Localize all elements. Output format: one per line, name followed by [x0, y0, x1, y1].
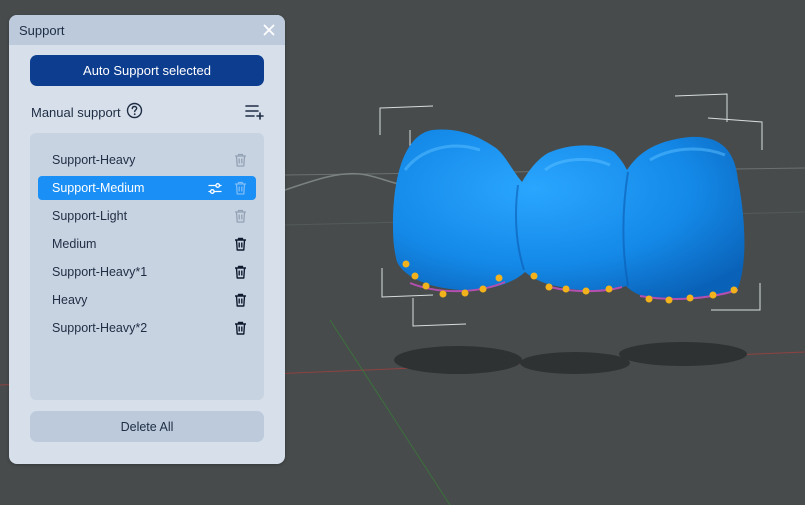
list-item-label: Support-Medium: [52, 181, 145, 195]
list-item-label: Support-Heavy*2: [52, 321, 148, 335]
panel-title: Support: [19, 23, 65, 38]
support-list: Support-Heavy Support-Medium Support-Lig…: [30, 133, 264, 400]
add-list-icon[interactable]: [245, 103, 264, 120]
trash-icon[interactable]: [234, 181, 247, 195]
list-item-label: Heavy: [52, 293, 88, 307]
close-icon[interactable]: [261, 22, 277, 38]
list-item-label: Medium: [52, 237, 97, 251]
trash-icon[interactable]: [234, 209, 247, 223]
list-item[interactable]: Heavy: [38, 288, 256, 312]
list-item-label: Support-Heavy*1: [52, 265, 148, 279]
list-item[interactable]: Support-Heavy*2: [38, 316, 256, 340]
list-item-selected[interactable]: Support-Medium: [38, 176, 256, 200]
auto-support-button[interactable]: Auto Support selected: [30, 55, 264, 86]
support-panel: Support Auto Support selected Manual sup…: [9, 15, 285, 464]
list-item[interactable]: Support-Heavy*1: [38, 260, 256, 284]
list-item[interactable]: Support-Heavy: [38, 148, 256, 172]
panel-header: Support: [9, 15, 285, 45]
help-icon[interactable]: [126, 102, 143, 119]
delete-all-button[interactable]: Delete All: [30, 411, 264, 442]
list-item-label: Support-Heavy: [52, 153, 136, 167]
trash-icon[interactable]: [234, 153, 247, 167]
dental-model[interactable]: [393, 129, 745, 300]
trash-icon[interactable]: [234, 265, 247, 279]
trash-icon[interactable]: [234, 321, 247, 335]
list-item[interactable]: Support-Light: [38, 204, 256, 228]
trash-icon[interactable]: [234, 237, 247, 251]
adjust-icon[interactable]: [208, 182, 222, 195]
manual-support-label: Manual support: [31, 105, 121, 120]
trash-icon[interactable]: [234, 293, 247, 307]
list-item-label: Support-Light: [52, 209, 128, 223]
list-item[interactable]: Medium: [38, 232, 256, 256]
